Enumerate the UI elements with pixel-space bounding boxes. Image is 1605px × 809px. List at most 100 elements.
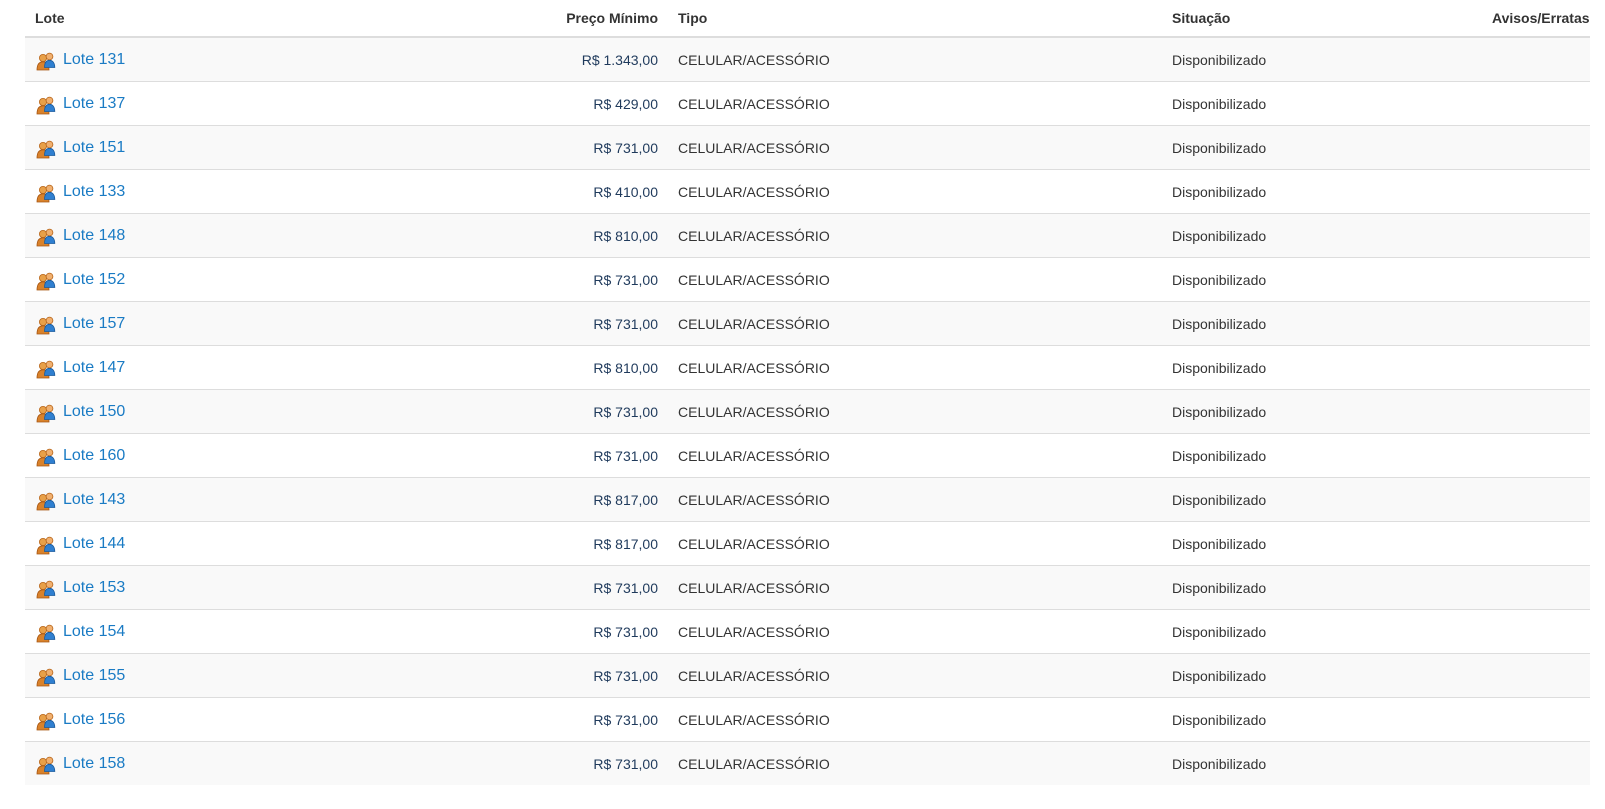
header-situacao: Situação xyxy=(1162,0,1482,38)
preco-minimo-cell: R$ 410,00 xyxy=(345,169,668,214)
lote-cell: Lote 131 xyxy=(25,36,345,82)
avisos-erratas-cell xyxy=(1482,301,1590,346)
tipo-cell: CELULAR/ACESSÓRIO xyxy=(668,81,1162,126)
preco-minimo-cell: R$ 810,00 xyxy=(345,345,668,390)
preco-minimo-cell: R$ 731,00 xyxy=(345,433,668,478)
avisos-erratas-cell xyxy=(1482,345,1590,390)
lote-link[interactable]: Lote 148 xyxy=(63,227,125,244)
preco-minimo-cell: R$ 1.343,00 xyxy=(345,36,668,82)
table-row: Lote 151 R$ 731,00 CELULAR/ACESSÓRIO Dis… xyxy=(25,125,1590,170)
lote-cell: Lote 158 xyxy=(25,741,345,785)
lote-link[interactable]: Lote 156 xyxy=(63,711,125,728)
lote-cell: Lote 137 xyxy=(25,81,345,126)
tipo-cell: CELULAR/ACESSÓRIO xyxy=(668,565,1162,610)
users-group-icon xyxy=(35,754,57,776)
table-row: Lote 143 R$ 817,00 CELULAR/ACESSÓRIO Dis… xyxy=(25,477,1590,522)
situacao-cell: Disponibilizado xyxy=(1162,301,1482,346)
table-row: Lote 152 R$ 731,00 CELULAR/ACESSÓRIO Dis… xyxy=(25,257,1590,302)
lote-link[interactable]: Lote 160 xyxy=(63,447,125,464)
tipo-cell: CELULAR/ACESSÓRIO xyxy=(668,301,1162,346)
situacao-cell: Disponibilizado xyxy=(1162,36,1482,82)
users-group-icon xyxy=(35,446,57,468)
lote-link[interactable]: Lote 151 xyxy=(63,139,125,156)
lote-cell: Lote 147 xyxy=(25,345,345,390)
tipo-cell: CELULAR/ACESSÓRIO xyxy=(668,257,1162,302)
tipo-cell: CELULAR/ACESSÓRIO xyxy=(668,653,1162,698)
preco-minimo-cell: R$ 731,00 xyxy=(345,609,668,654)
tipo-cell: CELULAR/ACESSÓRIO xyxy=(668,36,1162,82)
situacao-cell: Disponibilizado xyxy=(1162,213,1482,258)
users-group-icon xyxy=(35,710,57,732)
lote-link[interactable]: Lote 137 xyxy=(63,95,125,112)
lote-link[interactable]: Lote 153 xyxy=(63,579,125,596)
users-group-icon xyxy=(35,402,57,424)
lote-link[interactable]: Lote 157 xyxy=(63,315,125,332)
avisos-erratas-cell xyxy=(1482,565,1590,610)
lote-cell: Lote 151 xyxy=(25,125,345,170)
lote-link[interactable]: Lote 152 xyxy=(63,271,125,288)
table-row: Lote 150 R$ 731,00 CELULAR/ACESSÓRIO Dis… xyxy=(25,389,1590,434)
situacao-cell: Disponibilizado xyxy=(1162,653,1482,698)
table-row: Lote 133 R$ 410,00 CELULAR/ACESSÓRIO Dis… xyxy=(25,169,1590,214)
avisos-erratas-cell xyxy=(1482,741,1590,785)
lote-cell: Lote 144 xyxy=(25,521,345,566)
lote-link[interactable]: Lote 158 xyxy=(63,755,125,772)
lote-cell: Lote 157 xyxy=(25,301,345,346)
header-tipo: Tipo xyxy=(668,0,1162,38)
users-group-icon xyxy=(35,358,57,380)
users-group-icon xyxy=(35,314,57,336)
avisos-erratas-cell xyxy=(1482,697,1590,742)
lote-cell: Lote 133 xyxy=(25,169,345,214)
situacao-cell: Disponibilizado xyxy=(1162,169,1482,214)
preco-minimo-cell: R$ 817,00 xyxy=(345,521,668,566)
table-row: Lote 131 R$ 1.343,00 CELULAR/ACESSÓRIO D… xyxy=(25,36,1590,82)
tipo-cell: CELULAR/ACESSÓRIO xyxy=(668,125,1162,170)
tipo-cell: CELULAR/ACESSÓRIO xyxy=(668,477,1162,522)
tipo-cell: CELULAR/ACESSÓRIO xyxy=(668,213,1162,258)
situacao-cell: Disponibilizado xyxy=(1162,521,1482,566)
situacao-cell: Disponibilizado xyxy=(1162,345,1482,390)
users-group-icon xyxy=(35,490,57,512)
situacao-cell: Disponibilizado xyxy=(1162,477,1482,522)
lote-cell: Lote 154 xyxy=(25,609,345,654)
avisos-erratas-cell xyxy=(1482,36,1590,82)
situacao-cell: Disponibilizado xyxy=(1162,125,1482,170)
preco-minimo-cell: R$ 731,00 xyxy=(345,653,668,698)
situacao-cell: Disponibilizado xyxy=(1162,433,1482,478)
tipo-cell: CELULAR/ACESSÓRIO xyxy=(668,169,1162,214)
table-row: Lote 158 R$ 731,00 CELULAR/ACESSÓRIO Dis… xyxy=(25,741,1590,785)
lote-cell: Lote 153 xyxy=(25,565,345,610)
lote-cell: Lote 148 xyxy=(25,213,345,258)
tipo-cell: CELULAR/ACESSÓRIO xyxy=(668,741,1162,785)
lote-link[interactable]: Lote 155 xyxy=(63,667,125,684)
preco-minimo-cell: R$ 810,00 xyxy=(345,213,668,258)
preco-minimo-cell: R$ 817,00 xyxy=(345,477,668,522)
lote-link[interactable]: Lote 143 xyxy=(63,491,125,508)
users-group-icon xyxy=(35,666,57,688)
table-row: Lote 137 R$ 429,00 CELULAR/ACESSÓRIO Dis… xyxy=(25,81,1590,126)
users-group-icon xyxy=(35,270,57,292)
users-group-icon xyxy=(35,534,57,556)
lote-link[interactable]: Lote 144 xyxy=(63,535,125,552)
lote-link[interactable]: Lote 154 xyxy=(63,623,125,640)
lote-link[interactable]: Lote 133 xyxy=(63,183,125,200)
users-group-icon xyxy=(35,578,57,600)
lotes-table-container: Lote Preço Mínimo Tipo Situação Avisos/E… xyxy=(25,0,1590,785)
situacao-cell: Disponibilizado xyxy=(1162,609,1482,654)
avisos-erratas-cell xyxy=(1482,389,1590,434)
lote-link[interactable]: Lote 150 xyxy=(63,403,125,420)
situacao-cell: Disponibilizado xyxy=(1162,389,1482,434)
preco-minimo-cell: R$ 731,00 xyxy=(345,257,668,302)
table-body: Lote 131 R$ 1.343,00 CELULAR/ACESSÓRIO D… xyxy=(25,36,1590,785)
avisos-erratas-cell xyxy=(1482,521,1590,566)
lote-link[interactable]: Lote 147 xyxy=(63,359,125,376)
avisos-erratas-cell xyxy=(1482,477,1590,522)
lote-link[interactable]: Lote 131 xyxy=(63,51,125,68)
preco-minimo-cell: R$ 731,00 xyxy=(345,125,668,170)
avisos-erratas-cell xyxy=(1482,213,1590,258)
preco-minimo-cell: R$ 429,00 xyxy=(345,81,668,126)
header-avisos-erratas: Avisos/Erratas xyxy=(1482,0,1590,38)
table-header: Lote Preço Mínimo Tipo Situação Avisos/E… xyxy=(25,0,1590,38)
lote-cell: Lote 160 xyxy=(25,433,345,478)
users-group-icon xyxy=(35,182,57,204)
